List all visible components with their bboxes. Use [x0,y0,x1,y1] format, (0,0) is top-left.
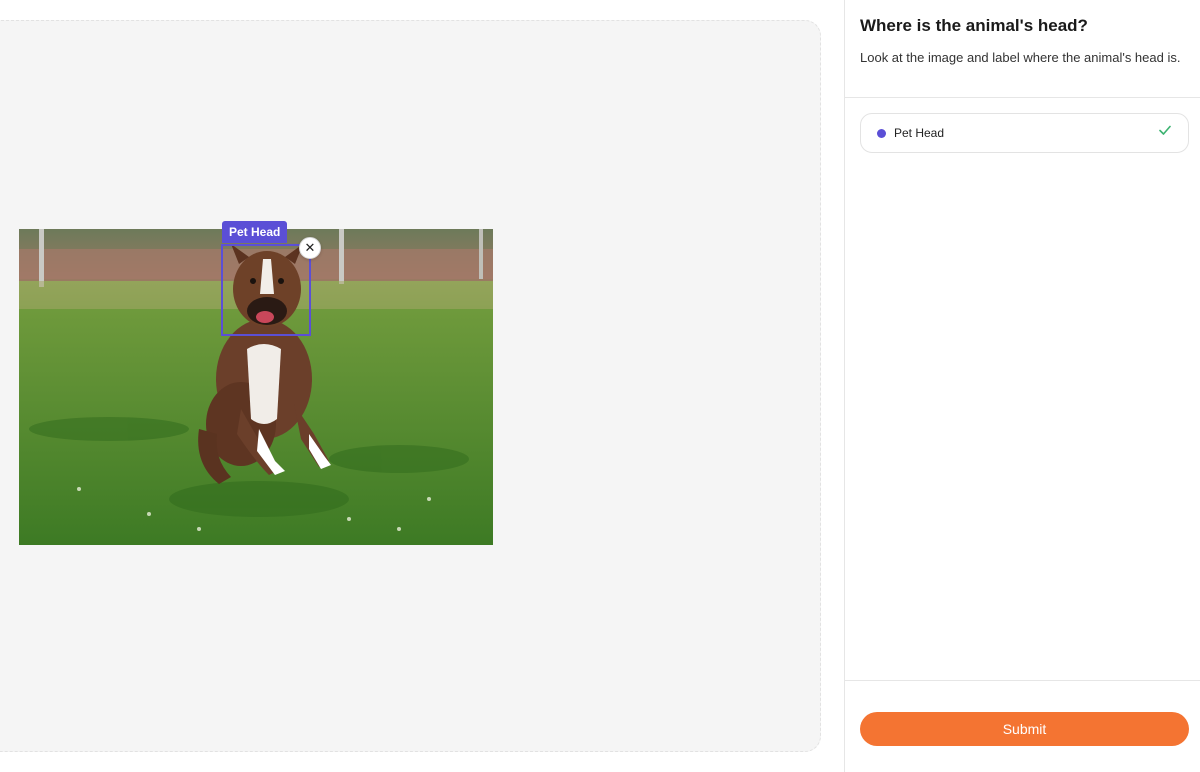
close-icon[interactable]: ✕ [299,237,321,259]
submit-button[interactable]: Submit [860,712,1189,746]
sidebar-footer: Submit [845,680,1200,772]
question-header: Where is the animal's head? Look at the … [845,0,1200,98]
question-description: Look at the image and label where the an… [860,50,1181,65]
pet-head-bounding-box[interactable] [221,244,311,336]
task-sidebar: Where is the animal's head? Look at the … [844,0,1200,772]
bounding-box-label: Pet Head [222,221,288,243]
annotation-canvas-area: Pet Head ✕ [0,0,844,772]
question-title: Where is the animal's head? [860,16,1088,35]
label-color-dot [877,129,886,138]
checkmark-icon [1159,125,1171,135]
label-item-text: Pet Head [894,126,945,140]
label-item-pet-head[interactable]: Pet Head [860,113,1189,153]
